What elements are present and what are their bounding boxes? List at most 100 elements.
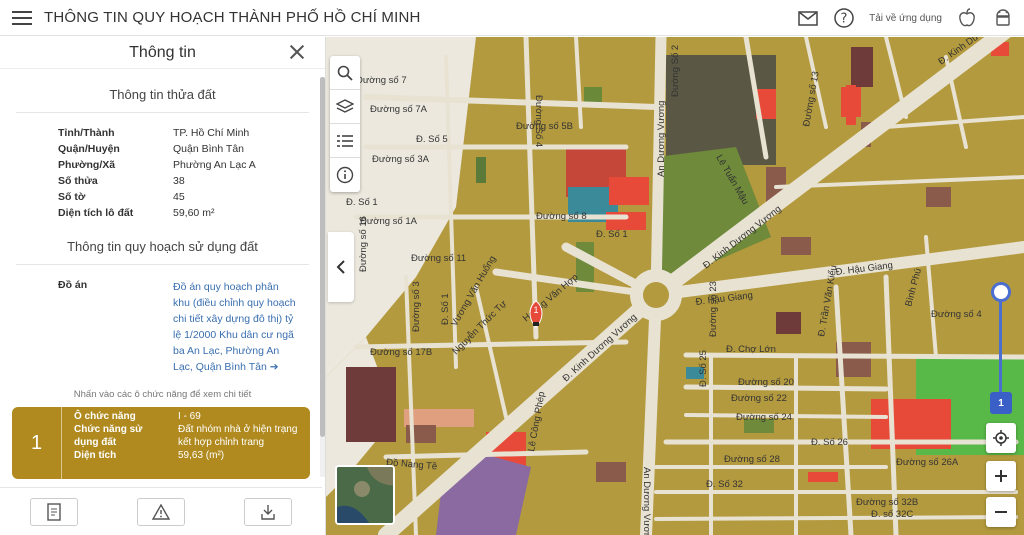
slider-handle[interactable] [991, 282, 1011, 302]
panel-header: Thông tin [0, 37, 325, 69]
plan-key: Đồ án [58, 279, 88, 291]
opacity-slider[interactable]: 1 [990, 282, 1012, 414]
parcel-row: Diện tích lô đất 59,60 m² [58, 205, 325, 221]
zoom-out-button[interactable] [986, 497, 1016, 527]
parcel-section-title: Thông tin thửa đất [109, 87, 216, 102]
street-label: Đường số 3A [372, 154, 430, 165]
zone-key: Ô chức năng [74, 411, 136, 422]
street-label: An Dương Vương [641, 467, 652, 535]
parcel-value: Quận Bình Tân [173, 143, 245, 155]
parcel-key: Quận/Huyện [58, 143, 120, 155]
top-actions: ? Tải về ứng dụng [797, 0, 1014, 36]
parcel-row: Quận/Huyện Quận Bình Tân [58, 141, 325, 157]
zone-row: Diện tích 59,63 (m²) [74, 449, 297, 462]
satellite-toggle[interactable] [335, 465, 395, 525]
street-label: Đường Số 2 [670, 45, 681, 97]
download-icon [261, 504, 276, 520]
mail-icon[interactable] [797, 7, 819, 29]
panel-scrollbar[interactable] [320, 77, 325, 477]
street-label: Đường số 32B [856, 497, 918, 508]
street-label: Đường số 7A [370, 104, 428, 115]
parcel-key: Số thửa [58, 175, 98, 187]
slider-track[interactable] [999, 292, 1002, 392]
zone-value: I - 69 [178, 411, 201, 422]
street-label: Đường số 28 [724, 454, 780, 465]
parcel-key: Phường/Xã [58, 159, 116, 171]
street-label: Đường số 17B [370, 347, 432, 358]
zone-value: kết hợp chỉnh trang [178, 437, 265, 448]
parcel-row: Số tờ 45 [58, 189, 325, 205]
warning-icon [151, 503, 170, 520]
map-toolbar [330, 56, 360, 192]
document-icon [46, 502, 61, 521]
locate-icon [993, 430, 1009, 446]
zone-card[interactable]: 1 Ô chức năng I - 69 Chức năng sử Đất nhóm… [12, 407, 310, 479]
locate-button[interactable] [986, 423, 1016, 453]
layers-icon[interactable] [330, 90, 360, 124]
document-button[interactable] [29, 497, 78, 526]
street-label: Đường số 3 [411, 281, 422, 332]
plan-section-title: Thông tin quy hoạch sử dụng đất [67, 239, 258, 254]
panel-footer [0, 487, 322, 535]
info-panel: Thông tin Thông tin thửa đất Tỉnh/Thành T… [0, 37, 326, 535]
info-icon[interactable] [330, 158, 360, 192]
search-icon[interactable] [330, 56, 360, 90]
help-icon[interactable]: ? [833, 7, 855, 29]
download-button[interactable] [244, 497, 293, 526]
plan-link[interactable]: Đồ án quy hoạch phân khu (điều chỉnh quy… [173, 279, 297, 375]
hamburger-icon[interactable] [12, 10, 32, 25]
map-canvas[interactable]: Đường số 7 Đường số 7A Đ. Số 5 Đường số … [326, 37, 1024, 535]
zone-row: dụng đất kết hợp chỉnh trang [74, 436, 297, 449]
street-label: Đường số 8 [536, 211, 587, 222]
zone-value: Đất nhóm nhà ở hiện trạng [178, 424, 298, 435]
collapse-panel-button[interactable] [328, 232, 354, 302]
zoom-in-button[interactable] [986, 461, 1016, 491]
svg-text:?: ? [841, 12, 848, 27]
street-label: Đ. Số 1 [440, 293, 451, 325]
parcel-row: Số thửa 38 [58, 173, 325, 189]
street-label: An Dương Vương [656, 101, 667, 177]
street-label: Đ. Số 32 [706, 479, 743, 490]
street-label: Đường số 24 [736, 412, 792, 423]
parcel-value: Phường An Lạc A [173, 159, 256, 171]
parcel-key: Tỉnh/Thành [58, 127, 115, 139]
scrollbar-thumb[interactable] [320, 77, 325, 437]
apple-icon[interactable] [956, 7, 978, 29]
panel-title: Thông tin [129, 43, 196, 61]
street-label: Đường số 16 [358, 216, 369, 272]
divider [16, 112, 309, 113]
marker-number: 1 [533, 305, 538, 315]
street-label: Đ. Số 5 [416, 134, 448, 145]
street-label: Đường số 7 [356, 75, 407, 86]
parcel-value: 38 [173, 175, 185, 187]
parcel-key: Diện tích lô đất [58, 207, 134, 219]
divider [16, 264, 309, 265]
zone-key: Diện tích [74, 450, 117, 461]
legend-icon[interactable] [330, 124, 360, 158]
parcel-row: Phường/Xã Phường An Lạc A [58, 157, 325, 173]
parcel-key: Số tờ [58, 191, 86, 203]
street-label: Đ. Số 26 [811, 437, 848, 448]
report-button[interactable] [136, 497, 185, 526]
zone-info: Ô chức năng I - 69 Chức năng sử Đất nhóm n… [62, 407, 297, 479]
close-icon[interactable] [289, 44, 305, 60]
parcel-value: 45 [173, 191, 185, 203]
download-app-label[interactable]: Tải về ứng dụng [869, 13, 942, 24]
zone-value: 59,63 (m²) [178, 450, 225, 461]
zone-key: Chức năng sử [74, 424, 143, 435]
plan-row: Đồ án Đồ án quy hoạch phân khu (điều chỉ… [58, 279, 325, 375]
street-label: Đ. Chợ Lớn [726, 344, 776, 355]
minus-icon [995, 511, 1007, 513]
street-label: Đ. Số 25 [698, 350, 709, 387]
app-title: THÔNG TIN QUY HOẠCH THÀNH PHỐ HỒ CHÍ MIN… [44, 9, 421, 26]
layer-badge: 1 [990, 392, 1012, 414]
street-label: Đường số 26A [896, 457, 959, 468]
planning-map[interactable]: Đường số 7 Đường số 7A Đ. Số 5 Đường số … [326, 37, 1024, 535]
zone-row: Chức năng sử Đất nhóm nhà ở hiện trạng [74, 423, 297, 436]
top-bar: THÔNG TIN QUY HOẠCH THÀNH PHỐ HỒ CHÍ MIN… [0, 0, 1024, 36]
android-icon[interactable] [992, 7, 1014, 29]
street-label: Đ. Số 1 [346, 197, 378, 208]
zone-row: Ô chức năng I - 69 [74, 410, 297, 423]
street-label: Đường số 4 [931, 309, 982, 320]
zone-key: dụng đất [74, 437, 117, 448]
